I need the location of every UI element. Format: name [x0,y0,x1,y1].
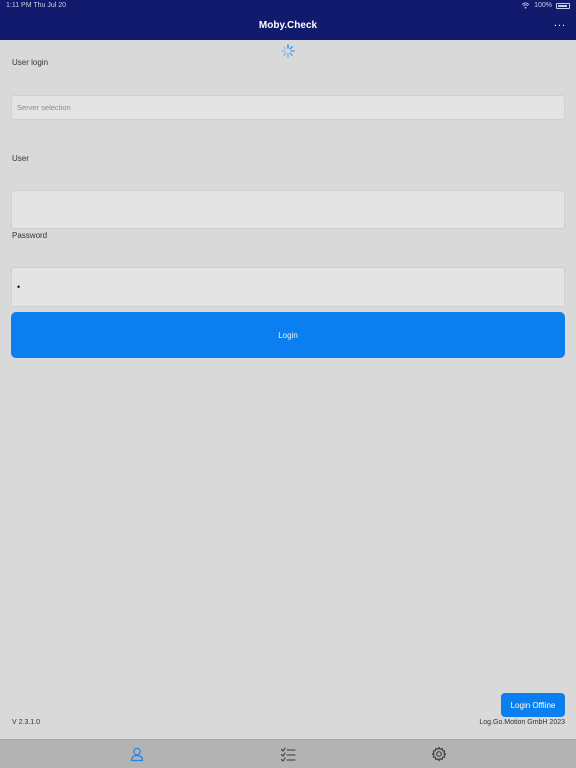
battery-icon [556,2,570,9]
login-offline-label: Login Offline [510,700,556,710]
status-bar: 1:11 PM Thu Jul 20 100% [0,0,576,11]
status-right: 100% [521,2,570,9]
gear-icon[interactable] [431,746,447,762]
login-offline-button[interactable]: Login Offline [501,693,565,717]
status-time-date: 1:11 PM Thu Jul 20 [6,2,66,9]
password-input-value: • [17,282,21,292]
status-date: Thu Jul 20 [33,2,67,9]
app-version: V 2.3.1.0 [12,719,41,726]
battery-percent: 100% [534,2,552,9]
checklist-icon[interactable] [280,746,296,762]
spinner-icon [281,44,295,58]
password-label: Password [12,231,48,240]
tab-bar [0,739,576,768]
user-label: User [12,154,29,163]
app-title: Moby.Check [258,20,318,31]
server-selection-field[interactable]: Server selection [11,95,565,120]
app-header: Moby.Check ... [0,11,576,40]
status-time: 1:11 PM [6,2,32,9]
login-button-label: Login [278,330,298,340]
server-selection-placeholder: Server selection [17,103,71,112]
user-input[interactable] [11,190,565,229]
password-input[interactable]: • [11,267,565,307]
login-button[interactable]: Login [11,312,565,358]
more-menu-button[interactable]: ... [554,17,566,29]
user-icon[interactable] [129,746,145,762]
company-copyright: Log.Go.Motion GmbH 2023 [479,719,565,726]
wifi-icon [521,2,530,9]
section-title: User login [12,58,49,67]
